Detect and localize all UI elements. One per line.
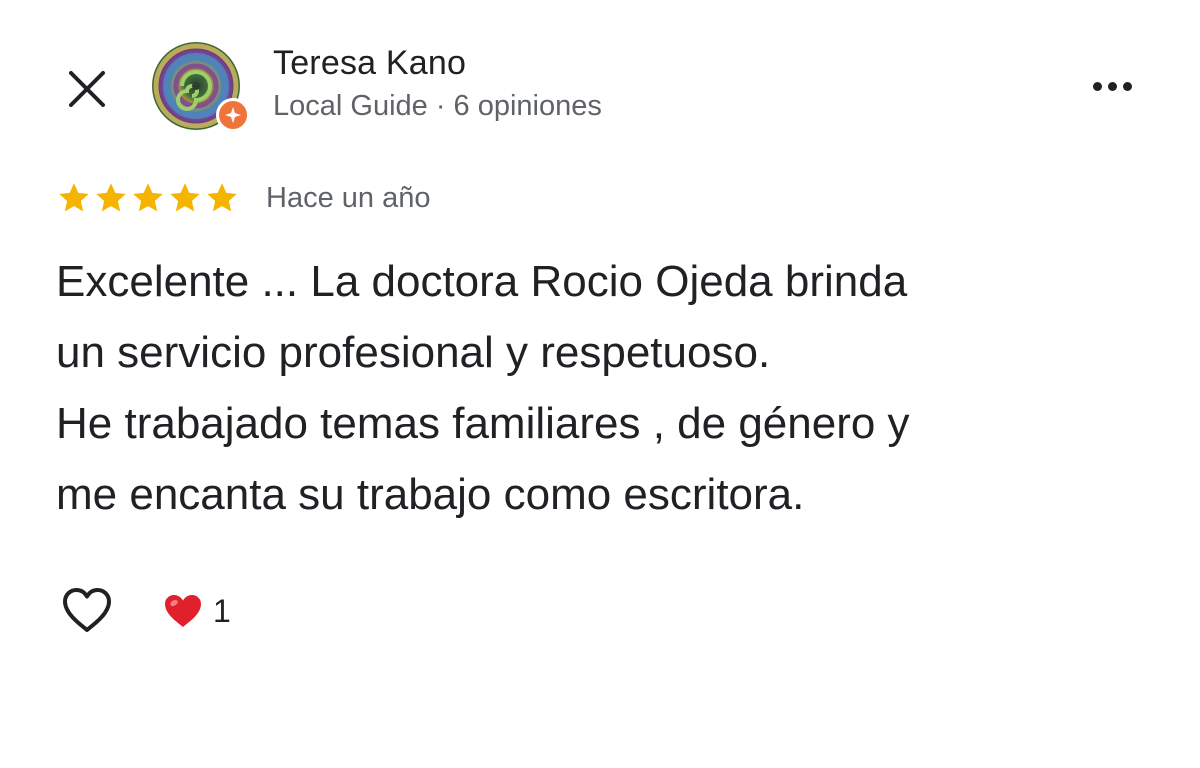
reaction-count: 1 xyxy=(213,592,231,629)
rating-row: Hace un año xyxy=(56,178,430,218)
review-sheet: Teresa Kano Local Guide · 6 opiniones Ha… xyxy=(0,0,1200,768)
review-time: Hace un año xyxy=(266,181,431,214)
close-button[interactable] xyxy=(62,64,112,114)
star-rating xyxy=(56,180,240,216)
author-meta: Local Guide · 6 opiniones xyxy=(273,90,602,122)
star-icon xyxy=(96,183,126,212)
author-name[interactable]: Teresa Kano xyxy=(273,44,466,83)
review-text: Excelente ... La doctora Rocio Ojeda bri… xyxy=(56,257,910,519)
local-guide-star-icon xyxy=(225,107,241,123)
heart-outline-icon xyxy=(63,588,111,632)
more-horizontal-icon xyxy=(1092,81,1102,91)
local-guide-badge xyxy=(216,98,250,132)
like-button[interactable] xyxy=(56,582,118,638)
more-options-button[interactable] xyxy=(1080,68,1144,104)
close-icon xyxy=(69,71,105,107)
star-icon xyxy=(207,183,237,212)
star-icon xyxy=(170,183,200,212)
star-icon xyxy=(59,183,89,212)
author-avatar-group[interactable] xyxy=(152,42,252,134)
red-heart-icon xyxy=(165,595,201,627)
reaction-summary[interactable]: 1 xyxy=(163,590,231,632)
star-icon xyxy=(133,183,163,212)
